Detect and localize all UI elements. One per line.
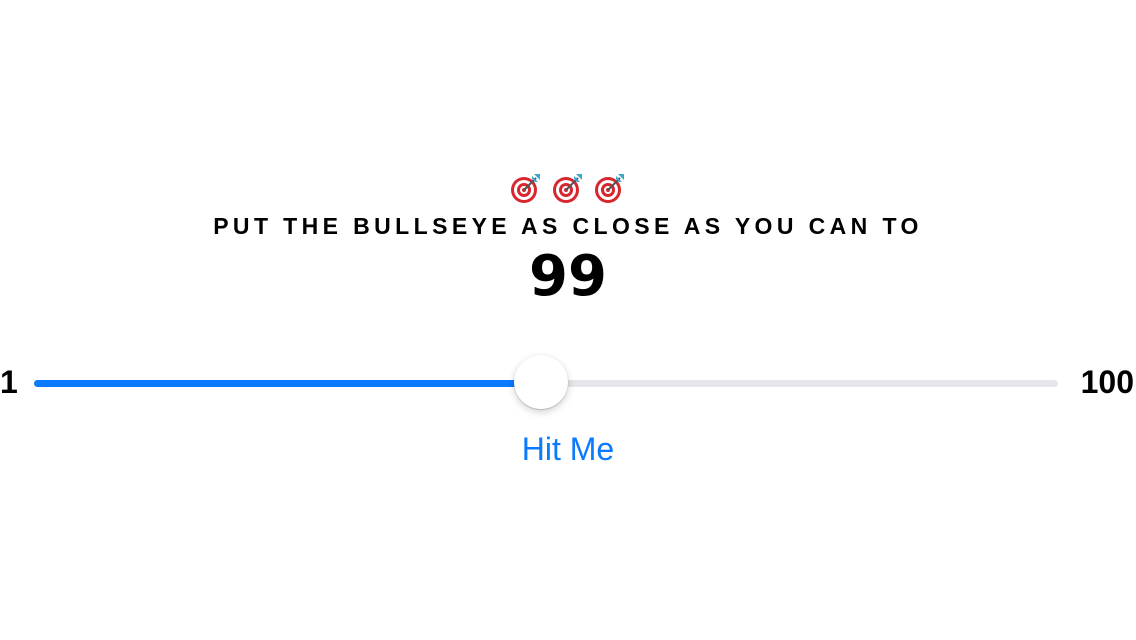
instruction-text: PUT THE BULLSEYE AS CLOSE AS YOU CAN TO xyxy=(213,213,923,239)
slider-max-label: 100 xyxy=(1080,364,1134,400)
dart-target-icon xyxy=(508,170,544,206)
dart-target-icon xyxy=(592,170,628,206)
slider-min-label: 1 xyxy=(0,364,18,400)
slider-track-fill xyxy=(34,380,541,387)
bullseye-icons-row xyxy=(0,170,1136,206)
slider-thumb[interactable] xyxy=(514,355,568,409)
dart-target-icon xyxy=(550,170,586,206)
hit-me-button[interactable]: Hit Me xyxy=(468,428,668,470)
value-slider[interactable] xyxy=(34,355,1058,411)
target-number: 99 xyxy=(529,244,607,309)
game-screen: PUT THE BULLSEYE AS CLOSE AS YOU CAN TO … xyxy=(0,0,1136,640)
